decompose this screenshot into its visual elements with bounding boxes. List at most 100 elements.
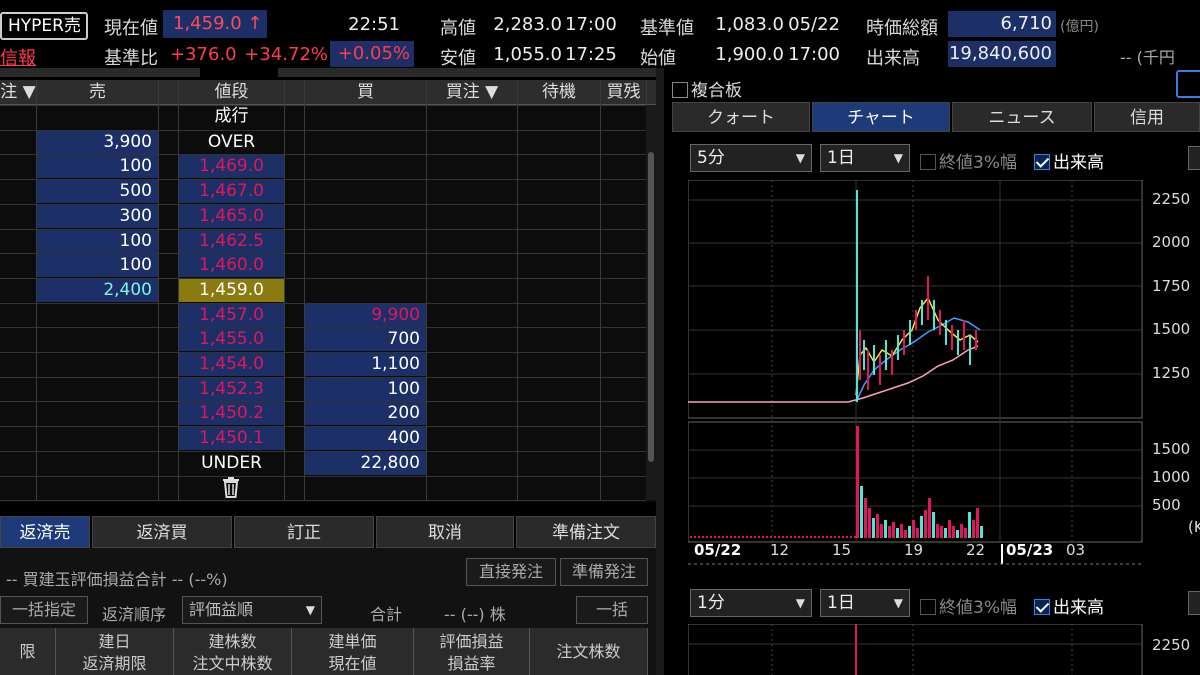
gear-icon[interactable] [1188,146,1200,170]
volume-bar [710,536,712,538]
sell-qty-cell[interactable] [37,378,158,401]
buy-qty-cell[interactable] [305,205,426,228]
tab-cancel[interactable]: 取消 [376,516,514,548]
order-column-header[interactable]: 注 ▼ [0,80,36,105]
price-cell[interactable]: 1,462.5 [179,230,284,253]
sell-qty-cell[interactable]: 100 [37,254,158,277]
price-cell[interactable]: 1,460.0 [179,254,284,277]
market-order-row[interactable]: 成行 [179,105,284,128]
open-time: 17:00 [788,44,840,65]
chart1-span-select[interactable]: 1日 ▼ [820,144,910,172]
sell-qty-cell[interactable]: 3,900 [37,131,158,154]
volume-label: 出来高 [866,48,920,69]
sell-qty-cell[interactable] [37,427,158,450]
sell-qty-cell[interactable] [37,353,158,376]
open-value: 1,900.0 [715,44,784,65]
buy-qty-cell[interactable]: 22,800 [305,452,426,475]
position-col-quantity[interactable]: 建株数 注文中株数 [174,628,292,675]
sell-qty-cell[interactable] [37,304,158,327]
tab-chart[interactable]: チャート [812,102,950,132]
position-col-limit[interactable]: 限 [0,628,56,675]
tab-news[interactable]: ニュース [952,102,1092,132]
direct-order-button[interactable]: 直接発注 [466,558,556,586]
sell-qty-cell[interactable]: 100 [37,230,158,253]
position-col-profit[interactable]: 評価損益 損益率 [414,628,530,675]
price-tick: 2250 [1152,636,1191,654]
credit-info-link[interactable]: 信報 [0,44,36,70]
high-value: 2,283.0 [493,14,562,35]
prepare-order-button[interactable]: 準備発注 [560,558,648,586]
return-order-label: 返済順序 [102,605,167,624]
chart1-interval-select[interactable]: 5分 ▼ [690,144,812,172]
position-col-unit-price[interactable]: 建単価 現在値 [292,628,414,675]
chart2-volume-checkbox[interactable]: 出来高 [1034,593,1104,618]
chart2-span-select[interactable]: 1日 ▼ [820,589,910,617]
sell-qty-cell[interactable] [37,402,158,425]
sell-qty-cell[interactable] [37,452,158,475]
volume-bar [842,536,844,538]
sell-qty-cell[interactable] [37,328,158,351]
bulk-specify-button[interactable]: 一括指定 [0,596,88,624]
tab-close-sell[interactable]: 返済売 [0,516,90,548]
panel-splitter[interactable] [656,68,664,675]
waiting-column-header: 待機 [542,82,576,102]
price-cell[interactable]: 1,455.0 [179,328,284,351]
tab-amend[interactable]: 訂正 [234,516,374,548]
buy-qty-cell[interactable]: 400 [305,427,426,450]
buy-qty-cell[interactable]: 1,100 [305,353,426,376]
trash-icon[interactable] [219,476,243,498]
chart1-volume-checkbox[interactable]: 出来高 [1034,148,1104,173]
bulk-button[interactable]: 一括 [576,596,648,624]
volume-bar [766,536,768,538]
order-book-scroll-thumb[interactable] [648,152,654,462]
position-col-order-qty[interactable]: 注文株数 [530,628,648,675]
buy-qty-cell[interactable] [305,131,426,154]
price-cell[interactable]: UNDER [179,452,284,475]
sell-qty-cell[interactable]: 2,400 [37,279,158,302]
buy-qty-cell[interactable]: 700 [305,328,426,351]
volume-bar [952,526,955,538]
buy-qty-cell[interactable] [305,180,426,203]
chart1-limit-checkbox[interactable]: 終値3%幅 [920,148,1017,173]
volume-bar [864,498,867,538]
symbol-side-button[interactable]: HYPER売 [0,12,88,40]
checkbox-icon [920,599,936,615]
price-cell[interactable]: 1,454.0 [179,353,284,376]
price-cell[interactable]: 1,467.0 [179,180,284,203]
chart2-canvas[interactable] [688,624,1200,675]
return-order-select[interactable]: 評価益順 ▼ [182,596,322,624]
price-cell[interactable]: 1,457.0 [179,304,284,327]
tab-margin[interactable]: 信用 [1094,102,1200,132]
sell-qty-cell[interactable]: 100 [37,155,158,178]
chart2-interval-select[interactable]: 1分 ▼ [690,589,812,617]
buy-qty-cell[interactable] [305,254,426,277]
buy-order-column-header[interactable]: 買注 ▼ [427,80,517,105]
tab-prepared-order[interactable]: 準備注文 [516,516,656,548]
chart1-canvas[interactable] [688,180,1200,566]
total-value: -- (--) 株 [444,605,506,624]
sell-qty-cell[interactable]: 300 [37,205,158,228]
buy-qty-cell[interactable] [305,279,426,302]
composite-board-checkbox[interactable]: 複合板 [672,76,742,101]
gear-icon[interactable] [1188,591,1200,615]
price-cell[interactable]: 1,469.0 [179,155,284,178]
price-cell[interactable]: 1,465.0 [179,205,284,228]
buy-qty-cell[interactable]: 200 [305,402,426,425]
buy-qty-cell[interactable] [305,230,426,253]
buy-qty-cell[interactable]: 9,900 [305,304,426,327]
low-label: 安値 [440,48,476,69]
tab-quote[interactable]: クォート [672,102,810,132]
position-col-date[interactable]: 建日 返済期限 [56,628,174,675]
volume-bar [850,536,852,538]
tab-close-buy[interactable]: 返済買 [92,516,232,548]
chart2-limit-checkbox[interactable]: 終値3%幅 [920,593,1017,618]
price-cell[interactable]: 1,459.0 [179,279,284,302]
panel-toggle-button[interactable] [1176,70,1200,98]
price-cell[interactable]: 1,452.3 [179,378,284,401]
sell-qty-cell[interactable]: 500 [37,180,158,203]
price-cell[interactable]: OVER [179,131,284,154]
price-cell[interactable]: 1,450.1 [179,427,284,450]
price-cell[interactable]: 1,450.2 [179,402,284,425]
buy-qty-cell[interactable]: 100 [305,378,426,401]
buy-qty-cell[interactable] [305,155,426,178]
